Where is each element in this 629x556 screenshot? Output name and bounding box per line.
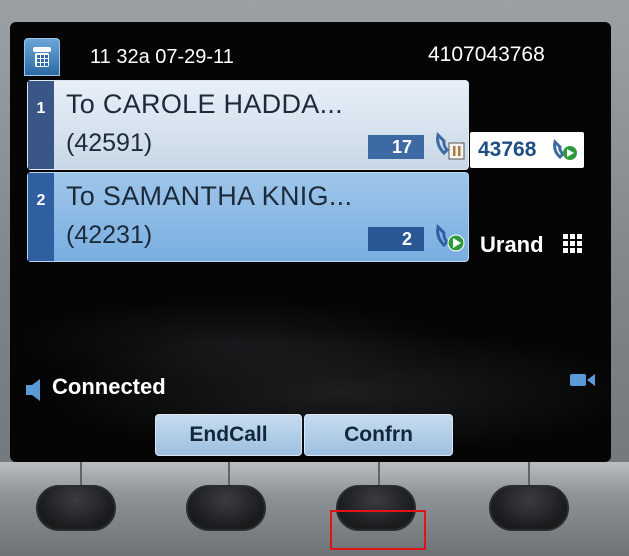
phone-active-icon: [552, 139, 578, 166]
speaker-icon: [24, 377, 44, 408]
line-label: 43768: [478, 138, 537, 161]
softkey-endcall[interactable]: EndCall: [155, 414, 302, 456]
call-name: To SAMANTHA KNIG...: [66, 181, 353, 211]
call-active-icon: [434, 223, 466, 258]
call-session-2[interactable]: 2 To SAMANTHA KNIG... (42231) 2: [27, 172, 469, 262]
call-status-text: Connected: [52, 374, 166, 399]
hardware-softkey-2[interactable]: [186, 485, 266, 531]
call-hold-icon: [434, 131, 466, 166]
line-button-43768[interactable]: 43768: [470, 132, 584, 168]
phone-number: 4107043768: [428, 43, 545, 66]
softkey-conference[interactable]: Confrn: [304, 414, 453, 456]
call-index: 1: [28, 81, 54, 169]
status-bar: 11 32a 07-29-11 4107043768: [10, 22, 611, 76]
line-button-urand[interactable]: Urand: [480, 232, 582, 258]
call-extension: (42231): [66, 221, 153, 249]
highlight-box: [330, 510, 426, 550]
call-session-1[interactable]: 1 To CAROLE HADDA... (42591) 17: [27, 80, 469, 170]
call-name: To CAROLE HADDA...: [66, 89, 343, 119]
grid-icon: [563, 234, 583, 259]
date-time: 11 32a 07-29-11: [90, 46, 234, 68]
line-phone-icon: [24, 38, 60, 76]
hardware-softkey-1[interactable]: [36, 485, 116, 531]
video-camera-icon: [570, 372, 596, 393]
line-label: Urand: [480, 232, 544, 257]
call-extension: (42591): [66, 129, 153, 157]
call-timer: 2: [368, 227, 424, 251]
phone-screen: 11 32a 07-29-11 4107043768 1 To CAROLE H…: [10, 22, 611, 462]
call-index: 2: [28, 173, 54, 261]
hardware-softkey-4[interactable]: [489, 485, 569, 531]
call-timer: 17: [368, 135, 424, 159]
